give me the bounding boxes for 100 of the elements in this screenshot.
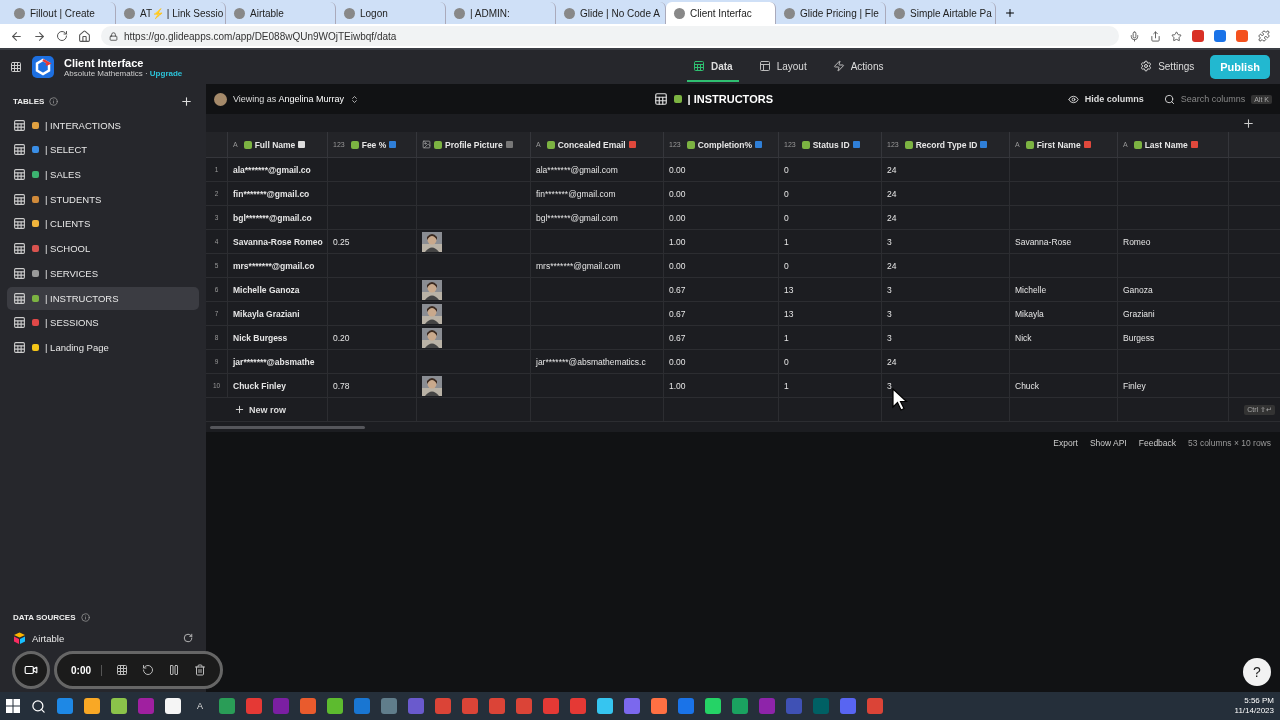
share-icon[interactable] — [1150, 30, 1161, 42]
taskbar-app-icon[interactable] — [300, 698, 316, 714]
chevron-icon[interactable] — [349, 94, 359, 104]
taskbar-app-icon[interactable] — [273, 698, 289, 714]
taskbar-app-icon[interactable] — [759, 698, 775, 714]
back-icon[interactable] — [10, 29, 23, 43]
settings-button[interactable]: Settings — [1134, 52, 1201, 82]
extensions-icon[interactable] — [1258, 30, 1270, 42]
data-source-item[interactable]: Airtable — [7, 630, 199, 646]
taskbar-app-icon[interactable] — [489, 698, 505, 714]
table-cell: 1 — [784, 236, 789, 247]
taskbar-app-icon[interactable]: A — [192, 701, 208, 711]
lock-icon — [109, 31, 118, 41]
taskbar-app-icon[interactable] — [813, 698, 829, 714]
table-cell: fin*******@gmail.com — [536, 188, 616, 199]
taskbar-app-icon[interactable] — [570, 698, 586, 714]
sidebar-item[interactable]: | SERVICES — [7, 261, 199, 285]
extension-icon[interactable] — [1236, 30, 1248, 42]
favicon-icon — [564, 7, 575, 19]
taskbar-app-icon[interactable] — [327, 698, 343, 714]
add-icon[interactable] — [180, 94, 193, 108]
sidebar-item[interactable]: | SESSIONS — [7, 311, 199, 335]
star-icon[interactable] — [1171, 30, 1182, 42]
sidebar-item[interactable]: | SCHOOL — [7, 237, 199, 261]
taskbar-app-icon[interactable] — [705, 698, 721, 714]
taskbar-app-icon[interactable] — [84, 698, 100, 714]
favicon-icon — [344, 7, 355, 19]
forward-icon[interactable] — [33, 29, 46, 43]
sidebar-item[interactable]: | SELECT — [7, 138, 199, 162]
table-cell: Chuck — [1015, 380, 1040, 391]
table-icon — [13, 118, 26, 132]
taskbar-app-icon[interactable] — [435, 698, 451, 714]
grid-icon[interactable] — [116, 664, 128, 676]
table-cell: 24 — [887, 212, 897, 223]
delete-icon[interactable] — [194, 664, 206, 676]
footer-link[interactable]: Feedback — [1138, 438, 1177, 448]
taskbar-app-icon[interactable] — [840, 698, 856, 714]
nav-tab[interactable]: Actions — [826, 52, 890, 82]
taskbar-app-icon[interactable] — [732, 698, 748, 714]
taskbar-app-icon[interactable] — [786, 698, 802, 714]
taskbar-app-icon[interactable] — [219, 698, 235, 714]
sidebar-item[interactable]: | INSTRUCTORS — [7, 286, 199, 310]
extension-icon[interactable] — [1214, 30, 1226, 42]
restart-icon[interactable] — [142, 664, 154, 676]
taskbar-app-icon[interactable] — [651, 698, 667, 714]
taskbar-app-icon[interactable] — [516, 698, 532, 714]
taskbar-app-icon[interactable] — [462, 698, 478, 714]
start-icon[interactable] — [6, 699, 20, 713]
extension-icon[interactable] — [1192, 30, 1204, 42]
taskbar-app-icon[interactable] — [381, 698, 397, 714]
taskbar-app-icon[interactable] — [354, 698, 370, 714]
system-clock: 5:56 PM 11/14/2023 — [1234, 695, 1274, 717]
taskbar-app-icon[interactable] — [57, 698, 73, 714]
taskbar-app-icon[interactable] — [678, 698, 694, 714]
plus-icon — [234, 404, 245, 415]
add-column-icon[interactable] — [1242, 116, 1255, 130]
browser-tab[interactable]: Client Interfac — [666, 2, 776, 24]
taskbar-app-icon[interactable] — [624, 698, 640, 714]
taskbar-app-icon[interactable] — [597, 698, 613, 714]
table-cell: 13 — [784, 308, 794, 319]
table-cell: 0 — [784, 260, 789, 271]
pause-icon[interactable] — [168, 664, 180, 676]
nav-tab[interactable]: Data — [686, 52, 739, 82]
taskbar-app-icon[interactable] — [408, 698, 424, 714]
search-icon[interactable] — [31, 698, 46, 714]
hide-columns-button[interactable]: Hide columns — [1084, 94, 1144, 104]
sidebar-item[interactable]: | INTERACTIONS — [7, 113, 199, 137]
footer-link[interactable]: Export — [1053, 438, 1078, 448]
viewing-as-selector[interactable]: Viewing as Angelina Murray — [233, 94, 344, 104]
table-cell: 0 — [784, 164, 789, 175]
new-tab-icon[interactable] — [1004, 7, 1016, 19]
taskbar-app-icon[interactable] — [543, 698, 559, 714]
taskbar-app-icon[interactable] — [165, 698, 181, 714]
table-cell: 3 — [887, 236, 892, 247]
microphone-icon[interactable] — [1129, 30, 1140, 42]
taskbar-app-icon[interactable] — [246, 698, 262, 714]
sidebar-item[interactable]: | CLIENTS — [7, 212, 199, 236]
sidebar-item[interactable]: | Landing Page — [7, 335, 199, 359]
table-cell: Nick — [1015, 332, 1032, 343]
table-cell: bgl*******@gmail.co — [233, 212, 312, 223]
new-row-button[interactable]: New row — [234, 404, 286, 415]
taskbar-app-icon[interactable] — [138, 698, 154, 714]
nav-tab[interactable]: Layout — [752, 52, 813, 82]
table-cell: 13 — [784, 284, 794, 295]
footer-link[interactable]: Show API — [1089, 438, 1127, 448]
reload-icon[interactable] — [56, 30, 68, 42]
column-header[interactable]: Profile Picture — [417, 132, 531, 157]
home-icon[interactable] — [78, 29, 91, 43]
search-field[interactable]: Search columns — [1180, 94, 1246, 104]
lightning-icon — [832, 60, 845, 72]
scrollbar-thumb[interactable] — [210, 425, 365, 429]
taskbar-app-icon[interactable] — [111, 698, 127, 714]
address-bar[interactable]: https://go.glideapps.com/app/DE088wQUn9WOjTEiwbqf/data — [101, 26, 1119, 46]
apps-grid-icon[interactable] — [10, 61, 22, 73]
video-camera-icon — [24, 663, 38, 677]
table-cell: 0.00 — [669, 260, 686, 271]
sidebar-item[interactable]: | SALES — [7, 163, 199, 187]
refresh-icon[interactable] — [183, 633, 193, 643]
taskbar-app-icon[interactable] — [867, 698, 883, 714]
sidebar-item[interactable]: | STUDENTS — [7, 187, 199, 211]
